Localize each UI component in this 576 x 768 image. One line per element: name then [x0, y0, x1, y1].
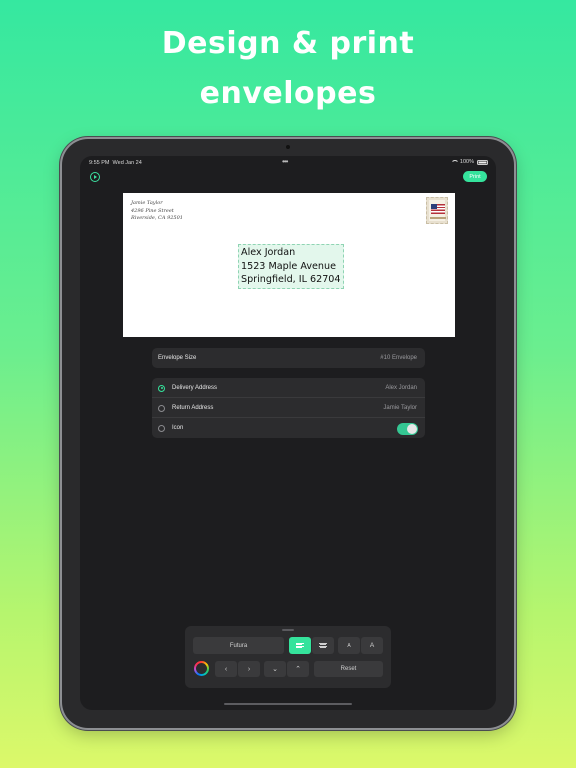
multitasking-dots-icon[interactable]: ••• [282, 157, 288, 166]
chevron-up-icon: ⌃ [295, 666, 301, 673]
ipad-frame: 9:55 PM Wed Jan 24 ••• 100% Print Jamie … [62, 139, 514, 728]
app-screen: 9:55 PM Wed Jan 24 ••• 100% Print Jamie … [80, 156, 496, 710]
move-left-button[interactable]: ‹ [215, 661, 237, 677]
ipad-volume-down [514, 204, 516, 226]
option-return-address[interactable]: Return Address Jamie Taylor [152, 398, 425, 418]
battery-icon [477, 159, 488, 165]
battery-percent: 100% [459, 159, 474, 165]
reset-button[interactable]: Reset [314, 661, 383, 677]
return-address-line: Riverside, CA 92501 [131, 215, 183, 221]
move-down-button[interactable]: ⌄ [264, 661, 286, 677]
option-icon[interactable]: Icon [152, 418, 425, 438]
home-indicator[interactable] [224, 703, 352, 705]
option-label: Delivery Address [172, 384, 218, 391]
stamp-icon[interactable] [426, 197, 448, 224]
camera-icon [284, 145, 292, 149]
decrease-font-size-button[interactable]: A [338, 637, 360, 654]
color-wheel-icon[interactable] [194, 661, 209, 676]
align-left-button[interactable] [289, 637, 311, 654]
headline-line-1: Design & print [161, 26, 415, 61]
return-address-line: Jamie Taylor [131, 200, 163, 206]
element-options-card: Delivery Address Alex Jordan Return Addr… [152, 378, 425, 438]
envelope-size-row[interactable]: Envelope Size #10 Envelope [152, 348, 425, 368]
envelope-size-label: Envelope Size [158, 355, 197, 361]
radio-icon[interactable] [158, 424, 165, 432]
option-value: Alex Jordan [385, 384, 417, 391]
headline-line-2: envelopes [199, 76, 377, 111]
option-label: Icon [172, 425, 184, 431]
move-up-button[interactable]: ⌃ [287, 661, 309, 677]
increase-font-size-button[interactable]: A [361, 637, 383, 654]
radio-selected-icon[interactable] [158, 384, 165, 392]
format-toolbar: Futura A A ‹ › ⌄ ⌃ Reset [185, 626, 391, 688]
option-value: Jamie Taylor [383, 404, 417, 411]
chevron-down-icon: ⌄ [272, 666, 278, 673]
align-center-button[interactable] [312, 637, 334, 654]
font-picker-button[interactable]: Futura [193, 637, 284, 654]
option-delivery-address[interactable]: Delivery Address Alex Jordan [152, 378, 425, 398]
return-address-line: 4296 Pine Street [131, 207, 174, 214]
chevron-left-icon: ‹ [224, 665, 228, 673]
envelope-preview[interactable]: Jamie Taylor 4296 Pine Street Riverside,… [123, 193, 455, 337]
delivery-address-line: Springfield, IL 62704 [241, 274, 341, 285]
envelope-size-card[interactable]: Envelope Size #10 Envelope [152, 348, 425, 368]
status-bar: 9:55 PM Wed Jan 24 ••• 100% [80, 156, 496, 168]
align-left-icon [296, 642, 304, 649]
radio-icon[interactable] [158, 404, 165, 412]
ipad-volume-up [514, 178, 516, 200]
flag-icon [431, 204, 445, 214]
print-button[interactable]: Print [463, 171, 487, 182]
wifi-icon [450, 159, 459, 165]
chevron-right-icon: › [247, 665, 251, 673]
move-right-button[interactable]: › [238, 661, 260, 677]
icon-toggle[interactable] [397, 422, 418, 435]
return-address[interactable]: Jamie Taylor 4296 Pine Street Riverside,… [131, 200, 183, 223]
envelope-size-value: #10 Envelope [380, 355, 417, 361]
status-time: 9:55 PM Wed Jan 24 [89, 160, 142, 166]
status-right: 100% [450, 159, 488, 165]
drag-handle[interactable] [282, 629, 294, 631]
delivery-address-line: Alex Jordan [241, 247, 296, 258]
align-center-icon [319, 642, 327, 649]
delivery-address[interactable]: Alex Jordan 1523 Maple Avenue Springfiel… [238, 244, 344, 289]
option-label: Return Address [172, 404, 214, 411]
settings-icon[interactable] [90, 172, 100, 182]
delivery-address-line: 1523 Maple Avenue [241, 260, 336, 272]
